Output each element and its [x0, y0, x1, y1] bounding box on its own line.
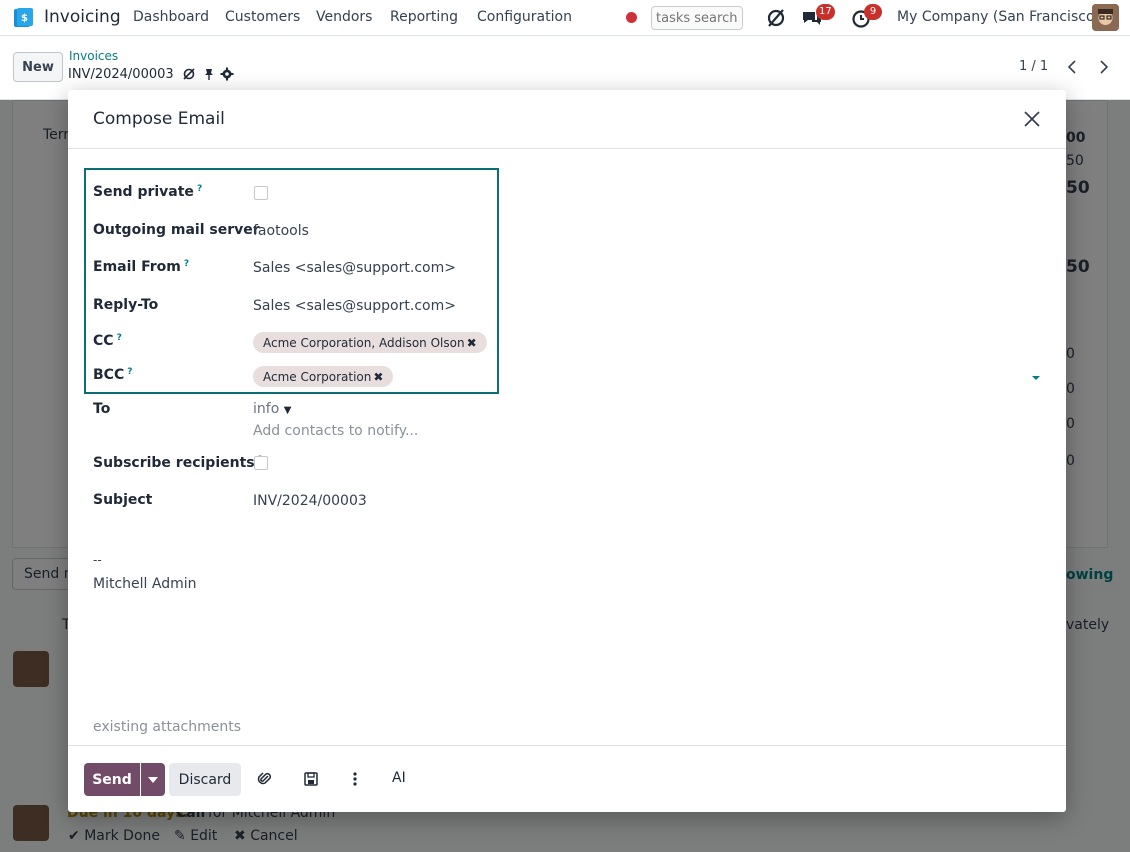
email-from-text: Email From — [93, 259, 181, 275]
signature-separator: -- — [93, 553, 102, 567]
bcc-tag-label: Acme Corporation — [263, 369, 372, 384]
outgoing-server-label: Outgoing mail server — [93, 222, 260, 238]
subscribe-recipients-checkbox[interactable] — [254, 456, 268, 470]
subscribe-recipients-text: Subscribe recipients — [93, 455, 255, 471]
cc-text: CC — [93, 333, 114, 349]
more-options-icon[interactable] — [347, 771, 363, 787]
menu-customers[interactable]: Customers — [225, 9, 300, 25]
menu-configuration[interactable]: Configuration — [477, 9, 572, 25]
compose-email-dialog: Compose Email Send private? Outgoing mai… — [68, 90, 1066, 812]
pager-previous-button[interactable] — [1057, 54, 1087, 80]
outgoing-server-field[interactable]: faotools — [253, 223, 309, 239]
to-label: To — [93, 401, 111, 417]
email-from-label: Email From? — [93, 259, 189, 275]
dialog-header: Compose Email — [68, 90, 1066, 149]
pager-next-button[interactable] — [1089, 54, 1119, 80]
to-contacts-input[interactable]: Add contacts to notify... — [253, 423, 418, 439]
dialog-footer: Send Discard AI — [68, 745, 1066, 812]
bcc-tag[interactable]: Acme Corporation ✖ — [253, 366, 394, 387]
send-options-dropdown[interactable] — [141, 763, 165, 796]
chevron-down-icon[interactable] — [1032, 376, 1040, 380]
menu-dashboard[interactable]: Dashboard — [133, 9, 209, 25]
help-icon[interactable]: ? — [127, 367, 132, 377]
invoicing-app-icon[interactable]: $ — [12, 7, 34, 29]
highlighted-fields-box — [84, 168, 499, 394]
recording-indicator[interactable] — [626, 12, 637, 23]
cc-label: CC? — [93, 333, 122, 349]
close-icon[interactable] — [1022, 109, 1042, 129]
cc-tag[interactable]: Acme Corporation, Addison Olson ✖ — [253, 332, 487, 353]
reply-to-label: Reply-To — [93, 297, 159, 313]
paperclip-icon[interactable] — [257, 771, 273, 787]
subscribe-recipients-label: Subscribe recipients? — [93, 455, 263, 471]
to-recipient-value: info — [253, 401, 280, 417]
pin-icon[interactable] — [202, 67, 216, 81]
gear-icon[interactable] — [220, 67, 234, 81]
attachments-placeholder: existing attachments — [93, 719, 242, 735]
remove-tag-icon[interactable]: ✖ — [373, 370, 383, 384]
activities-badge: 9 — [864, 4, 882, 20]
company-switcher[interactable]: My Company (San Francisco) — [897, 9, 1100, 25]
signature-name: Mitchell Admin — [93, 576, 197, 592]
app-name[interactable]: Invoicing — [44, 7, 121, 27]
refresh-icon[interactable] — [764, 6, 788, 30]
messages-badge: 17 — [816, 4, 835, 20]
help-icon[interactable]: ? — [197, 184, 202, 194]
cc-tag-label: Acme Corporation, Addison Olson — [263, 335, 465, 350]
subject-label: Subject — [93, 492, 153, 508]
bcc-label: BCC? — [93, 367, 132, 383]
subject-input[interactable]: INV/2024/00003 — [253, 493, 367, 509]
to-recipient-dropdown[interactable]: info ▼ — [253, 401, 291, 417]
user-avatar[interactable] — [1092, 4, 1119, 31]
caret-down-icon[interactable]: ▼ — [284, 405, 292, 416]
help-icon[interactable]: ? — [117, 333, 122, 343]
new-button[interactable]: New — [13, 52, 63, 82]
refresh-icon[interactable] — [182, 67, 196, 81]
send-private-label: Send private? — [93, 184, 202, 200]
send-button[interactable]: Send — [84, 763, 140, 796]
reply-to-field[interactable]: Sales <sales@support.com> — [253, 298, 456, 314]
top-navbar: $ Invoicing Dashboard Customers Vendors … — [0, 0, 1130, 36]
svg-text:$: $ — [21, 13, 28, 24]
help-icon[interactable]: ? — [184, 259, 189, 269]
pager-value[interactable]: 1 / 1 — [1019, 59, 1048, 74]
breadcrumb-invoices[interactable]: Invoices — [69, 49, 118, 63]
discard-button[interactable]: Discard — [169, 763, 241, 796]
send-private-text: Send private — [93, 184, 194, 200]
send-private-checkbox[interactable] — [254, 186, 268, 200]
email-from-field[interactable]: Sales <sales@support.com> — [253, 260, 456, 276]
ai-button[interactable]: AI — [392, 770, 406, 786]
dialog-title: Compose Email — [93, 109, 225, 129]
menu-vendors[interactable]: Vendors — [316, 9, 372, 25]
record-name: INV/2024/00003 — [68, 67, 174, 82]
save-template-icon[interactable] — [303, 771, 319, 787]
remove-tag-icon[interactable]: ✖ — [467, 336, 477, 350]
tasks-search-input[interactable] — [651, 6, 743, 30]
bcc-text: BCC — [93, 367, 125, 383]
menu-reporting[interactable]: Reporting — [390, 9, 458, 25]
